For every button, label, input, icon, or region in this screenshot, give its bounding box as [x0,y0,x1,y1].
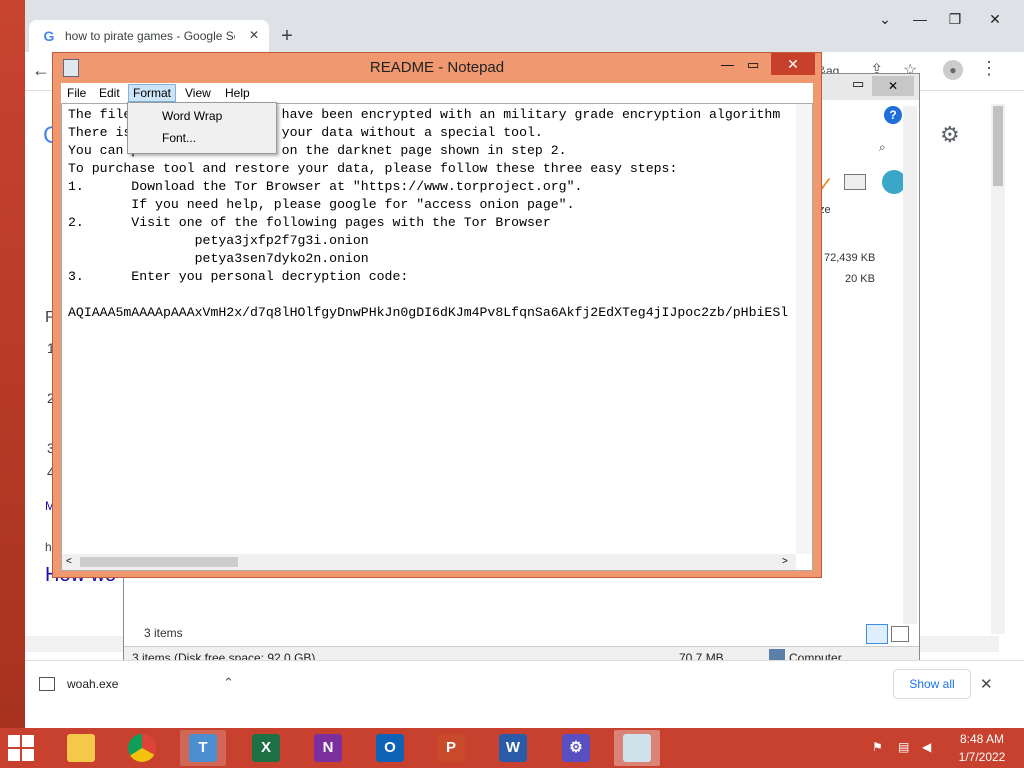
start-windows-icon[interactable] [8,735,36,761]
chevron-up-icon[interactable]: ⌃ [223,675,234,691]
menu-help[interactable]: Help [221,85,254,101]
word-icon[interactable]: W [490,730,536,766]
window-title: README - Notepad [369,59,505,76]
close-window-icon[interactable]: ✕ [771,53,815,75]
text-line: To purchase tool and restore your data, … [68,161,678,176]
vertical-scrollbar[interactable] [991,104,1005,634]
maximize-icon[interactable]: ❐ [940,8,970,30]
powerpoint-icon[interactable]: P [428,730,474,766]
format-dropdown-menu: Word Wrap Font... [127,102,277,154]
minimize-icon[interactable]: — [905,8,935,30]
vertical-scrollbar[interactable] [796,104,812,554]
explorer-vscroll[interactable] [903,106,917,626]
text-line: If you need help, please google for "acc… [68,197,575,212]
minimize-icon[interactable]: — [721,57,734,72]
menu-bar: File Edit Format View Help [61,83,813,103]
file-explorer-icon[interactable] [58,730,104,766]
settings-gear-icon[interactable]: ⚙ [940,122,960,148]
download-filename[interactable]: woah.exe [67,677,118,691]
chrome-icon[interactable] [119,730,165,766]
notepad-icon[interactable] [614,730,660,766]
scroll-left-icon[interactable]: < [66,556,72,567]
network-icon[interactable]: ▤ [898,740,909,754]
search-icon[interactable]: ⌕ [879,140,886,155]
back-arrow-icon[interactable]: ← [29,58,53,82]
scroll-right-icon[interactable]: > [782,556,788,567]
page-letter: h [45,540,52,554]
show-all-button[interactable]: Show all [893,669,971,699]
scroll-thumb[interactable] [80,557,238,567]
tab-title: how to pirate games - Google Se [65,29,235,43]
help-icon[interactable]: ? [884,106,902,124]
exe-file-icon [39,677,55,691]
text-line: 1. Download the Tor Browser at "https://… [68,179,583,194]
details-view-icon[interactable] [866,624,888,644]
download-bar: woah.exe ⌃ Show all ✕ [25,660,1024,711]
volume-icon[interactable]: ◀ [922,740,931,754]
new-tab-button[interactable]: + [275,24,299,48]
large-icons-view-icon[interactable] [891,626,909,642]
action-center-flag-icon[interactable]: ⚑ [872,740,883,754]
minimize-icon[interactable]: ▭ [852,76,868,92]
close-tab-icon[interactable]: ✕ [245,26,263,44]
google-favicon-icon: G [43,28,55,44]
menu-edit[interactable]: Edit [95,85,124,101]
clock-date[interactable]: 1/7/2022 [952,750,1012,764]
notepad-titlebar: README - Notepad — ▭ ✕ [53,53,821,83]
chrome-tab[interactable]: G how to pirate games - Google Se ✕ [29,20,269,52]
excel-icon[interactable]: X [243,730,289,766]
text-line: petya3jxfp2f7g3i.onion [68,233,369,248]
text-line: AQIAAA5mAAAApAAAxVmH2x/d7q8lHOlfgyDnwPHk… [68,305,789,320]
menu-format[interactable]: Format [128,84,177,102]
clock-time[interactable]: 8:48 AM [952,732,1012,746]
menu-item-word-wrap[interactable]: Word Wrap [130,105,274,127]
horizontal-scrollbar[interactable]: < > [62,554,796,570]
close-window-icon[interactable]: ✕ [980,8,1010,30]
teams-icon[interactable]: T [180,730,226,766]
more-menu-icon[interactable]: ⋮ [980,58,998,79]
close-window-icon[interactable]: ✕ [872,76,914,96]
text-line: 2. Visit one of the following pages with… [68,215,551,230]
text-line [68,286,790,304]
explorer-status-bar: 3 items [124,624,919,646]
close-download-bar-icon[interactable]: ✕ [980,675,993,693]
profile-avatar[interactable]: ● [943,60,963,80]
outlook-icon[interactable]: O [367,730,413,766]
tab-search-chevron-icon[interactable]: ⌄ [870,8,900,30]
file-size: 20 KB [845,273,875,285]
taskbar: T X N O P W ⚙ ⚑ ▤ ◀ 8:48 AM 1/7/2022 [0,728,1024,768]
text-line: 3. Enter you personal decryption code: [68,269,409,284]
menu-item-font[interactable]: Font... [130,127,274,149]
maximize-icon[interactable]: ▭ [747,57,759,73]
settings-icon[interactable]: ⚙ [553,730,599,766]
menu-view[interactable]: View [181,85,215,101]
text-editor-area[interactable]: The files on your computer have been enc… [61,103,813,571]
file-size: 72,439 KB [824,252,876,264]
items-count: 3 items [144,626,183,640]
menu-file[interactable]: File [63,85,90,101]
onenote-icon[interactable]: N [305,730,351,766]
document-text[interactable]: The files on your computer have been enc… [68,106,790,546]
properties-icon[interactable] [844,174,866,190]
chrome-tab-strip: G how to pirate games - Google Se ✕ + ⌄ … [25,0,1024,52]
text-line: petya3sen7dyko2n.onion [68,251,369,266]
